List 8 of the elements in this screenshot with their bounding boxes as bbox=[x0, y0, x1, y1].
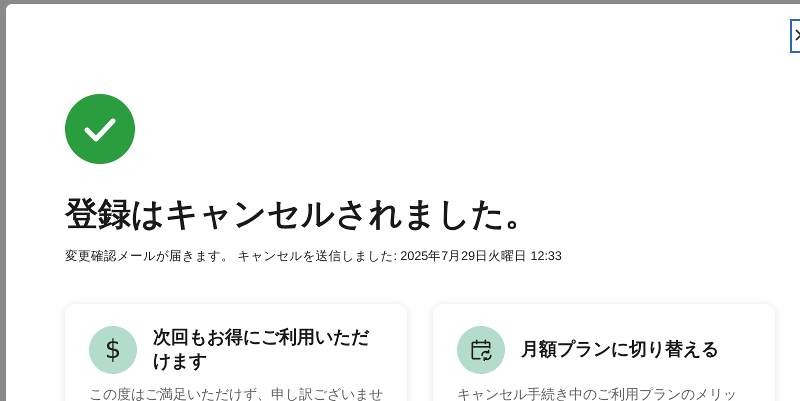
card-title: 月額プランに切り替える bbox=[521, 338, 719, 362]
checkmark-icon bbox=[65, 94, 135, 164]
dollar-icon: $ bbox=[89, 326, 137, 374]
option-card[interactable]: 月額プランに切り替える キャンセル手続き中のご利用プランのメリッ bbox=[433, 304, 775, 401]
card-description: キャンセル手続き中のご利用プランのメリッ bbox=[457, 386, 738, 401]
confirmation-text: 変更確認メールが届きます。 キャンセルを送信しました: 2025年7月29日火曜日 12:33 bbox=[65, 248, 563, 265]
card-title: 次回もお得にご利用いただけます bbox=[153, 326, 370, 373]
dialog-title: 登録はキャンセルされました。 bbox=[65, 194, 539, 234]
